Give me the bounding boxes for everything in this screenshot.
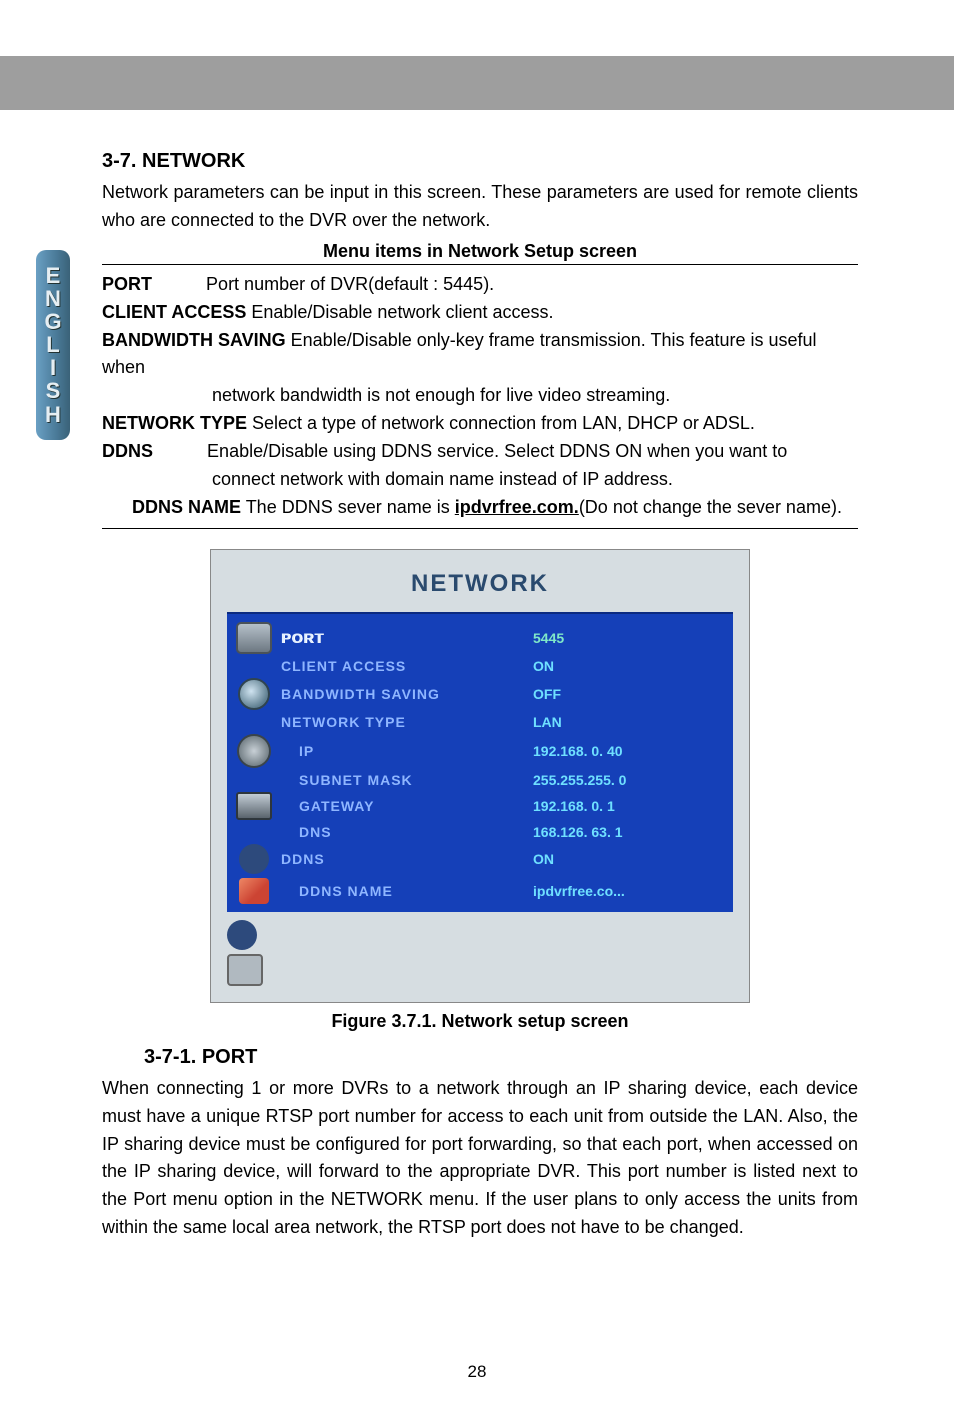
network-menu-list: PORT5445CLIENT ACCESSONBANDWIDTH SAVINGO… xyxy=(227,612,733,912)
def-key: DDNS xyxy=(102,441,153,461)
panel-title: NETWORK xyxy=(227,570,733,598)
def-network-type: NETWORK TYPE Select a type of network co… xyxy=(102,410,858,438)
menu-label: NETWORK TYPE xyxy=(281,714,533,730)
menu-label: PORT xyxy=(281,630,533,646)
menu-row[interactable]: DNS168.126. 63. 1 xyxy=(227,822,733,842)
network-setup-screenshot: NETWORK PORT5445CLIENT ACCESSONBANDWIDTH… xyxy=(210,549,750,1003)
subsection-number: 3-7-1. xyxy=(144,1046,196,1068)
def-value: Port number of DVR(default : 5445). xyxy=(206,274,494,294)
mon-icon xyxy=(236,622,272,654)
def-value: Enable/Disable using DDNS service. Selec… xyxy=(207,441,787,461)
menu-value: LAN xyxy=(533,714,733,730)
def-ddns-name: DDNS NAME The DDNS sever name is ipdvrfr… xyxy=(132,494,858,522)
divider xyxy=(102,264,858,265)
def-key: DDNS NAME xyxy=(132,497,241,517)
port-paragraph: When connecting 1 or more DVRs to a netw… xyxy=(102,1075,858,1242)
menu-row[interactable]: NETWORK TYPELAN xyxy=(227,712,733,732)
def-bandwidth-saving: BANDWIDTH SAVING Enable/Disable only-key… xyxy=(102,327,858,383)
menu-label: CLIENT ACCESS xyxy=(281,658,533,674)
language-tab: E N G L I S H xyxy=(36,250,70,440)
menu-value: ON xyxy=(533,851,733,867)
menu-label: GATEWAY xyxy=(281,798,533,814)
menu-label: DDNS NAME xyxy=(281,883,533,899)
gear-icon xyxy=(237,734,271,768)
menu-label: DDNS xyxy=(281,851,533,867)
def-key: NETWORK TYPE xyxy=(102,413,247,433)
ddns-domain-link[interactable]: ipdvrfree.com. xyxy=(455,497,579,517)
section-number: 3-7. xyxy=(102,150,136,172)
tab-letter: L xyxy=(42,333,64,356)
def-value-pre: The DDNS sever name is xyxy=(241,497,455,517)
def-ddns: DDNS Enable/Disable using DDNS service. … xyxy=(102,438,858,466)
tab-letter: S xyxy=(42,379,64,402)
menu-value: ON xyxy=(533,658,733,674)
section-heading: 3-7. NETWORK xyxy=(102,150,858,173)
recycle-icon xyxy=(239,844,269,874)
menu-value: 192.168. 0. 1 xyxy=(533,798,733,814)
divider xyxy=(102,528,858,529)
def-key: PORT xyxy=(102,274,152,294)
tab-letter: N xyxy=(42,287,64,310)
menu-value: 168.126. 63. 1 xyxy=(533,824,733,840)
figure-caption: Figure 3.7.1. Network setup screen xyxy=(102,1011,858,1032)
tab-letter: G xyxy=(42,310,64,333)
refresh-icon xyxy=(227,920,257,950)
def-port: PORT Port number of DVR(default : 5445). xyxy=(102,271,858,299)
menu-label: BANDWIDTH SAVING xyxy=(281,686,533,702)
globe-icon xyxy=(238,678,270,710)
menu-row[interactable]: BANDWIDTH SAVINGOFF xyxy=(227,676,733,712)
table-title: Menu items in Network Setup screen xyxy=(102,241,858,262)
def-value: Select a type of network connection from… xyxy=(247,413,755,433)
header-banner xyxy=(0,56,954,110)
def-value: Enable/Disable network client access. xyxy=(246,302,553,322)
menu-row[interactable]: PORT5445 xyxy=(227,620,733,656)
tab-letter: H xyxy=(42,403,64,426)
menu-value: OFF xyxy=(533,686,733,702)
menu-row[interactable]: SUBNET MASK255.255.255. 0 xyxy=(227,770,733,790)
def-key: BANDWIDTH SAVING xyxy=(102,330,286,350)
menu-row[interactable]: DDNSON xyxy=(227,842,733,876)
menu-row[interactable]: CLIENT ACCESSON xyxy=(227,656,733,676)
menu-row[interactable]: IP192.168. 0. 40 xyxy=(227,732,733,770)
subsection-heading: 3-7-1. PORT xyxy=(144,1046,858,1069)
menu-value: 255.255.255. 0 xyxy=(533,772,733,788)
def-value-post: (Do not change the sever name). xyxy=(579,497,842,517)
menu-row[interactable]: DDNS NAMEipdvrfree.co... xyxy=(227,876,733,906)
def-bandwidth-saving-cont: network bandwidth is not enough for live… xyxy=(212,382,858,410)
menu-row[interactable]: GATEWAY192.168. 0. 1 xyxy=(227,790,733,822)
section-title: NETWORK xyxy=(142,150,245,172)
intro-paragraph: Network parameters can be input in this … xyxy=(102,179,858,235)
disp-icon xyxy=(236,792,272,820)
menu-value: ipdvrfree.co... xyxy=(533,883,733,899)
page-number: 28 xyxy=(0,1362,954,1402)
menu-label: IP xyxy=(281,743,533,759)
tab-letter: I xyxy=(42,356,64,379)
subsection-title: PORT xyxy=(202,1046,258,1068)
menu-value: 192.168. 0. 40 xyxy=(533,743,733,759)
menu-label: SUBNET MASK xyxy=(281,772,533,788)
menu-label: DNS xyxy=(281,824,533,840)
def-key: CLIENT ACCESS xyxy=(102,302,246,322)
menu-value: 5445 xyxy=(533,630,733,646)
def-client-access: CLIENT ACCESS Enable/Disable network cli… xyxy=(102,299,858,327)
folder-icon xyxy=(227,954,263,986)
def-ddns-cont: connect network with domain name instead… xyxy=(212,466,858,494)
tab-letter: E xyxy=(42,264,64,287)
pen-icon xyxy=(239,878,269,904)
